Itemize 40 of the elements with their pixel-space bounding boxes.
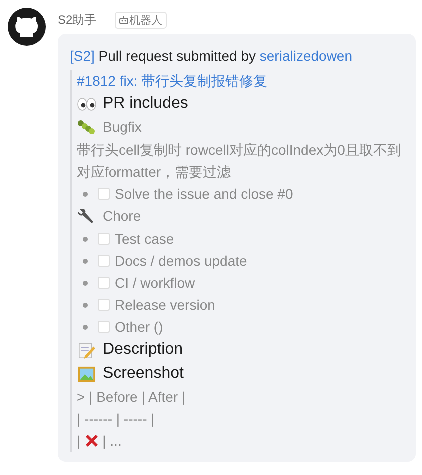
memo-icon [77,342,97,358]
checkbox[interactable] [98,233,110,245]
task-label: CI / workflow [115,274,196,293]
bullet-icon [83,236,88,242]
body-text: | [77,432,81,451]
checkbox[interactable] [98,299,110,311]
task-label: Other () [115,318,164,337]
bullet-icon [83,258,88,264]
checkbox[interactable] [98,255,110,267]
body-text: | ------ | ----- | [77,410,156,429]
bullet-icon [83,280,88,286]
task-label: Docs / demos update [115,252,248,271]
task-label: Solve the issue and close #0 [115,185,294,204]
caterpillar-icon [77,119,97,136]
robot-icon [118,15,129,25]
avatar-icon [8,8,46,46]
task-label: Release version [115,296,216,315]
eyes-icon [77,96,97,112]
task-label: Test case [115,230,174,249]
body-text: 带行头cell复制时 rowcell对应的colIndex为0且取不到对应formatter，需要过滤 [77,141,402,182]
section-subheading: Bugfix [103,118,142,137]
bullet-icon [83,192,88,196]
section-heading: Screenshot [103,364,184,384]
cross-icon [84,433,100,449]
author-link[interactable]: serializedowen [260,48,352,64]
section-heading: Description [103,340,184,360]
body-text: > | Before | After | [77,388,187,407]
body-text: | ... [102,432,122,451]
bullet-icon [83,302,88,308]
sender-name: S2助手 [58,12,97,28]
checkbox[interactable] [98,321,110,333]
badge-label: 机器人 [130,14,163,28]
pr-link[interactable]: #1812 fix: 带行头复制报错修复 [77,70,404,92]
section-heading: PR includes [103,94,188,114]
checkbox[interactable] [98,277,110,289]
bullet-icon [83,324,88,330]
checkbox[interactable] [98,188,110,200]
picture-icon [77,366,97,382]
message-title: [S2] Pull request submitted by serializedowen [70,47,354,66]
section-subheading: Chore [103,207,142,226]
